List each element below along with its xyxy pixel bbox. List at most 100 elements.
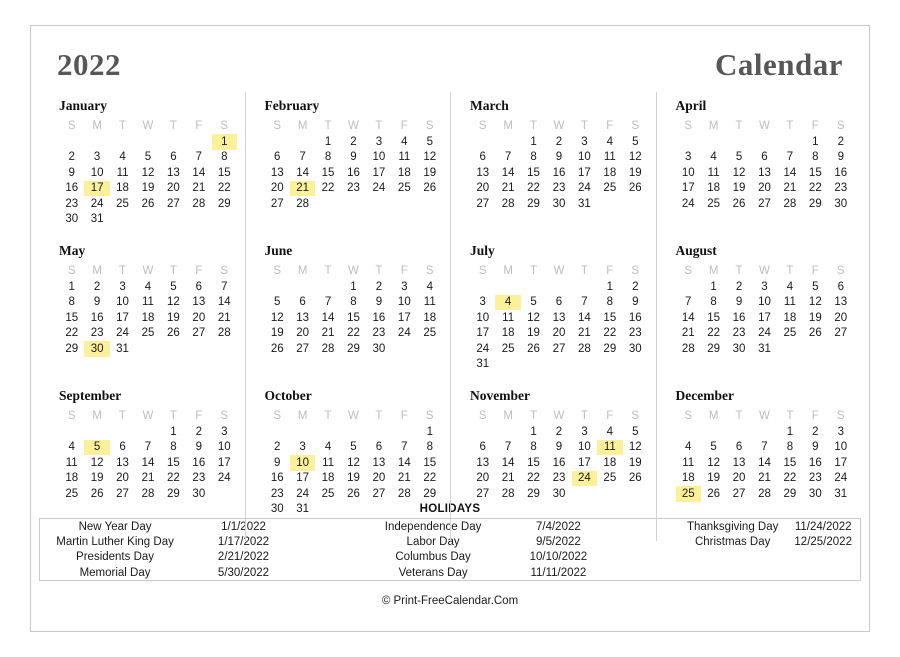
day-cell[interactable]: 31: [110, 341, 135, 357]
day-cell[interactable]: 3: [110, 279, 135, 295]
day-cell[interactable]: 9: [341, 150, 366, 166]
day-cell[interactable]: 2: [186, 424, 211, 440]
day-cell[interactable]: 2: [546, 134, 571, 150]
day-cell[interactable]: 6: [290, 295, 315, 311]
day-cell[interactable]: 28: [315, 341, 340, 357]
day-cell[interactable]: 29: [597, 341, 622, 357]
day-cell[interactable]: 5: [701, 440, 726, 456]
day-cell[interactable]: 2: [726, 279, 751, 295]
day-cell[interactable]: 1: [521, 424, 546, 440]
day-cell[interactable]: 3: [572, 134, 597, 150]
day-cell[interactable]: 16: [265, 471, 290, 487]
day-cell[interactable]: 10: [572, 150, 597, 166]
day-cell[interactable]: 31: [752, 341, 777, 357]
day-cell[interactable]: 27: [546, 341, 571, 357]
day-cell[interactable]: 20: [546, 326, 571, 342]
day-cell[interactable]: 21: [777, 181, 802, 197]
day-cell[interactable]: 6: [546, 295, 571, 311]
day-cell[interactable]: 13: [366, 455, 391, 471]
day-cell[interactable]: 14: [392, 455, 417, 471]
day-cell[interactable]: 12: [161, 295, 186, 311]
day-cell[interactable]: 26: [726, 196, 751, 212]
day-cell[interactable]: 9: [726, 295, 751, 311]
day-cell[interactable]: 7: [676, 295, 701, 311]
day-cell[interactable]: 5: [417, 134, 442, 150]
day-cell[interactable]: 30: [265, 502, 290, 518]
day-cell[interactable]: 21: [135, 471, 160, 487]
day-cell[interactable]: 3: [290, 440, 315, 456]
day-cell[interactable]: 24: [84, 196, 109, 212]
day-cell[interactable]: 8: [341, 295, 366, 311]
day-cell[interactable]: 13: [186, 295, 211, 311]
day-cell[interactable]: 1: [315, 134, 340, 150]
day-cell[interactable]: 5: [726, 150, 751, 166]
day-cell[interactable]: 19: [135, 181, 160, 197]
day-cell[interactable]: 15: [777, 455, 802, 471]
day-cell[interactable]: 30: [623, 341, 648, 357]
day-cell-holiday[interactable]: 1: [211, 134, 237, 150]
day-cell[interactable]: 6: [366, 440, 391, 456]
day-cell[interactable]: 16: [546, 455, 571, 471]
day-cell[interactable]: 16: [186, 455, 211, 471]
day-cell[interactable]: 13: [110, 455, 135, 471]
day-cell[interactable]: 26: [803, 326, 828, 342]
day-cell[interactable]: 2: [546, 424, 571, 440]
day-cell[interactable]: 22: [521, 181, 546, 197]
day-cell[interactable]: 27: [186, 326, 211, 342]
day-cell[interactable]: 26: [623, 471, 648, 487]
day-cell[interactable]: 27: [366, 486, 391, 502]
day-cell-holiday[interactable]: 24: [571, 470, 598, 486]
day-cell[interactable]: 6: [470, 150, 495, 166]
day-cell[interactable]: 16: [341, 165, 366, 181]
day-cell[interactable]: 5: [161, 279, 186, 295]
day-cell[interactable]: 19: [701, 471, 726, 487]
day-cell[interactable]: 18: [59, 471, 84, 487]
day-cell[interactable]: 15: [212, 165, 237, 181]
day-cell[interactable]: 8: [803, 150, 828, 166]
day-cell[interactable]: 1: [161, 424, 186, 440]
day-cell[interactable]: 6: [752, 150, 777, 166]
day-cell[interactable]: 3: [366, 134, 391, 150]
day-cell[interactable]: 26: [265, 341, 290, 357]
day-cell[interactable]: 14: [290, 165, 315, 181]
day-cell[interactable]: 15: [59, 310, 84, 326]
day-cell[interactable]: 13: [828, 295, 853, 311]
day-cell[interactable]: 18: [701, 181, 726, 197]
day-cell[interactable]: 26: [623, 181, 648, 197]
day-cell[interactable]: 28: [186, 196, 211, 212]
day-cell[interactable]: 23: [366, 326, 391, 342]
day-cell[interactable]: 9: [186, 440, 211, 456]
day-cell[interactable]: 24: [212, 471, 237, 487]
day-cell[interactable]: 21: [392, 471, 417, 487]
day-cell-holiday[interactable]: 5: [84, 439, 110, 455]
day-cell[interactable]: 21: [676, 326, 701, 342]
day-cell[interactable]: 12: [84, 455, 109, 471]
day-cell[interactable]: 25: [417, 326, 442, 342]
day-cell[interactable]: 19: [521, 326, 546, 342]
day-cell[interactable]: 30: [546, 196, 571, 212]
day-cell[interactable]: 14: [135, 455, 160, 471]
day-cell[interactable]: 7: [290, 150, 315, 166]
day-cell[interactable]: 20: [290, 326, 315, 342]
day-cell[interactable]: 19: [623, 455, 648, 471]
day-cell[interactable]: 19: [161, 310, 186, 326]
day-cell[interactable]: 28: [392, 486, 417, 502]
day-cell[interactable]: 30: [186, 486, 211, 502]
day-cell[interactable]: 8: [417, 440, 442, 456]
day-cell[interactable]: 16: [828, 165, 853, 181]
day-cell[interactable]: 22: [341, 326, 366, 342]
day-cell[interactable]: 4: [676, 440, 701, 456]
day-cell[interactable]: 11: [59, 455, 84, 471]
day-cell[interactable]: 14: [752, 455, 777, 471]
day-cell[interactable]: 4: [701, 150, 726, 166]
day-cell[interactable]: 2: [341, 134, 366, 150]
day-cell[interactable]: 20: [828, 310, 853, 326]
day-cell[interactable]: 15: [161, 455, 186, 471]
day-cell[interactable]: 20: [186, 310, 211, 326]
day-cell[interactable]: 9: [366, 295, 391, 311]
day-cell[interactable]: 2: [623, 279, 648, 295]
day-cell[interactable]: 13: [265, 165, 290, 181]
day-cell[interactable]: 23: [546, 471, 571, 487]
day-cell[interactable]: 14: [676, 310, 701, 326]
day-cell[interactable]: 23: [84, 326, 109, 342]
